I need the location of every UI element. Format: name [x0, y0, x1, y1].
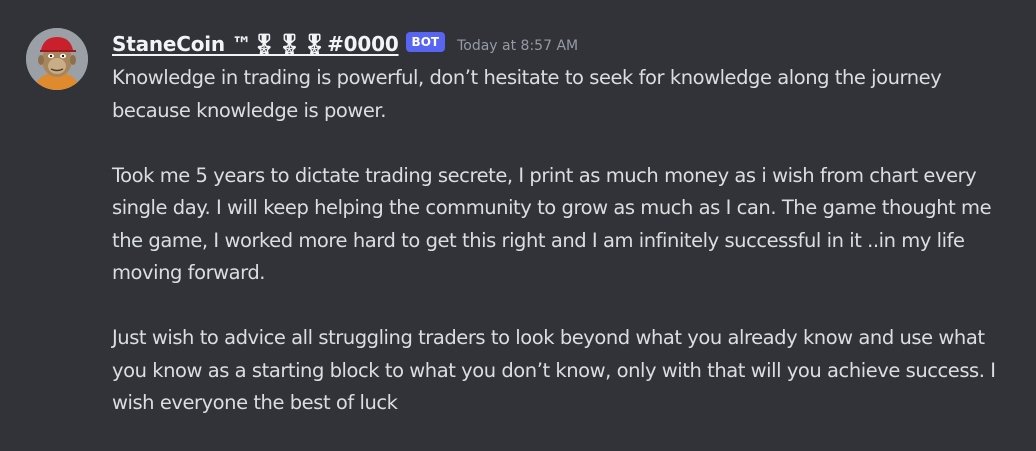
message-content: Knowledge in trading is powerful, don’t …	[112, 62, 1012, 420]
message-timestamp[interactable]: Today at 8:57 AM	[457, 38, 578, 54]
ape-avatar-icon	[26, 28, 88, 90]
bot-badge: BOT	[405, 32, 446, 52]
message-header: StaneCoin ™🎖🎖🎖#0000 BOT Today at 8:57 AM	[112, 30, 578, 58]
chat-message: StaneCoin ™🎖🎖🎖#0000 BOT Today at 8:57 AM…	[0, 0, 1036, 451]
avatar[interactable]	[26, 28, 88, 90]
message-paragraph: Knowledge in trading is powerful, don’t …	[112, 66, 942, 122]
message-paragraph: Took me 5 years to dictate trading secre…	[112, 163, 992, 285]
author-username[interactable]: StaneCoin ™🎖🎖🎖#0000	[112, 32, 399, 56]
message-paragraph: Just wish to advice all struggling trade…	[112, 326, 996, 414]
